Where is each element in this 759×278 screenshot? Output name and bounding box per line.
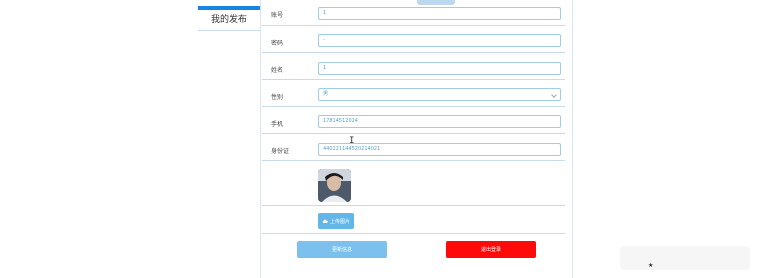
name-field[interactable]: 1 <box>318 62 561 75</box>
upload-image-label: 上传图片 <box>329 218 350 225</box>
phone-label: 手机 <box>271 121 284 128</box>
row-divider <box>262 79 565 80</box>
id-card-field[interactable]: 440121144520214021 <box>318 143 561 156</box>
sidebar-item-my-posts[interactable]: 我的发布 <box>198 10 260 31</box>
password-field[interactable]: - <box>318 34 561 47</box>
sidebar: 我的发布 <box>198 0 260 278</box>
update-info-button[interactable]: 更新信息 <box>297 241 387 258</box>
password-label: 密码 <box>271 40 284 47</box>
gender-select-value: 男 <box>323 91 329 97</box>
row-divider <box>262 106 565 107</box>
gender-select[interactable]: 男 <box>318 88 561 101</box>
gender-label: 性别 <box>271 94 284 101</box>
row-divider <box>262 25 565 26</box>
account-field[interactable]: 1 <box>318 7 561 20</box>
logout-button[interactable]: 退出登录 <box>446 241 536 258</box>
row-divider <box>262 205 565 206</box>
background-blur <box>620 246 750 270</box>
avatar <box>318 169 351 202</box>
upload-image-button[interactable]: 上传图片 <box>318 213 354 229</box>
star-icon: ★ <box>648 262 654 269</box>
phone-field[interactable]: 17814512024 <box>318 115 561 128</box>
account-label: 账号 <box>271 12 284 19</box>
row-divider <box>262 233 565 234</box>
chevron-down-icon <box>551 92 557 98</box>
upload-cloud-icon <box>322 219 328 223</box>
top-tab-indicator <box>417 0 455 5</box>
row-divider <box>262 52 565 53</box>
row-divider <box>262 133 565 134</box>
name-label: 姓名 <box>271 67 284 74</box>
id-card-label: 身份证 <box>271 148 290 155</box>
row-divider <box>262 160 565 161</box>
text-cursor-icon: I <box>349 136 355 146</box>
